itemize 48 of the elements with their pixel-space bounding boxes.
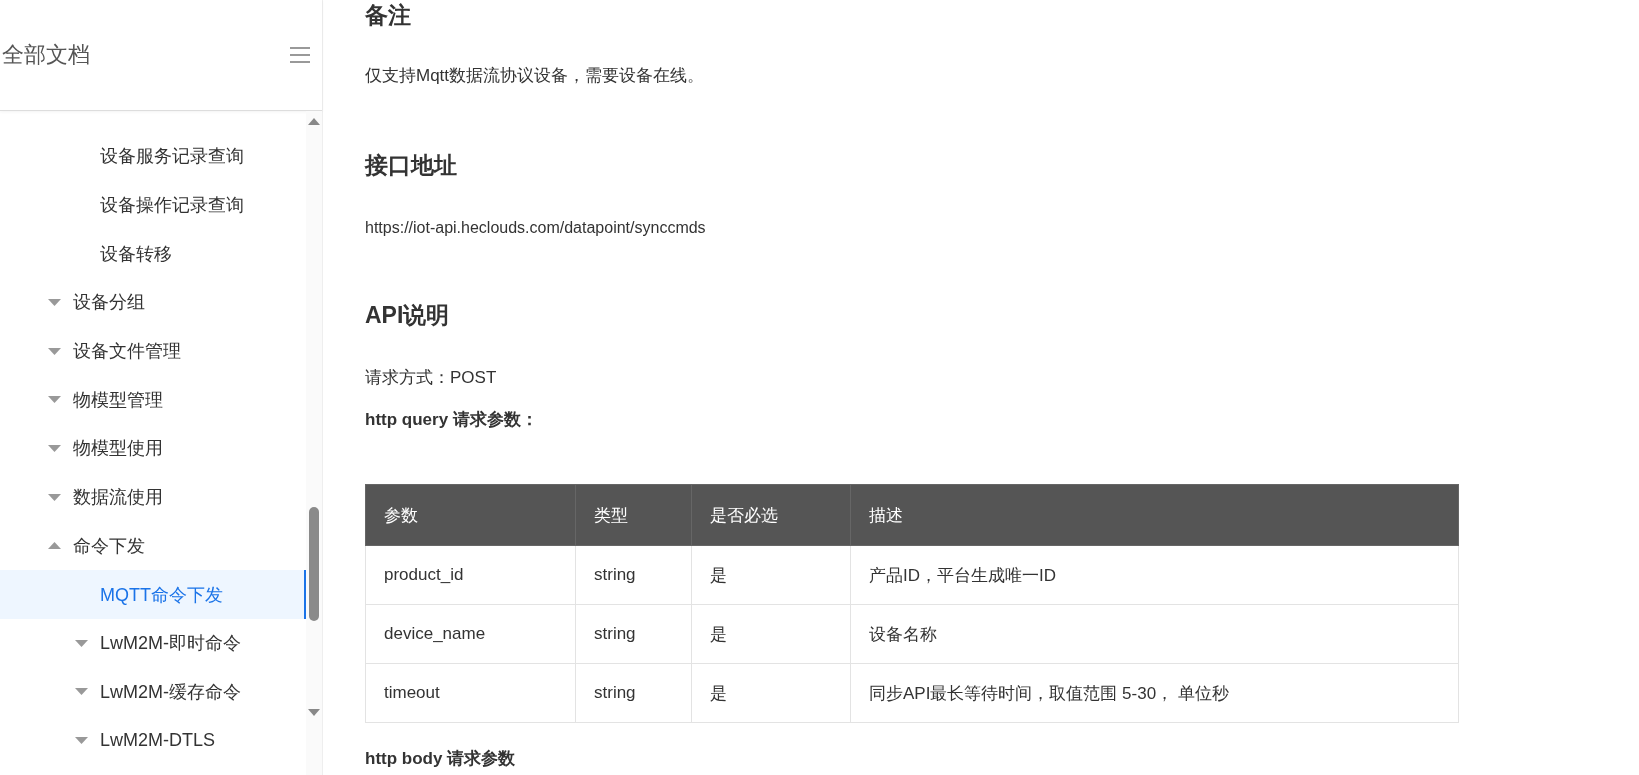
query-params-label: http query 请求参数：: [365, 409, 539, 431]
caret-down-icon[interactable]: [48, 396, 61, 404]
sidebar-item[interactable]: 设备转移: [0, 229, 306, 279]
column-header: 描述: [850, 484, 1459, 546]
sidebar-item[interactable]: 命令下发: [0, 521, 306, 571]
sidebar-item[interactable]: MQTT命令下发: [0, 570, 306, 619]
section-heading: API说明: [365, 301, 451, 330]
column-header: 是否必选: [691, 484, 851, 546]
caret-down-icon[interactable]: [75, 737, 88, 745]
sidebar-item[interactable]: 设备文件管理: [0, 326, 306, 376]
table-cell: 设备名称: [850, 604, 1459, 664]
note-text: 仅支持Mqtt数据流协议设备，需要设备在线。: [365, 65, 706, 87]
menu-icon[interactable]: [290, 45, 310, 65]
sidebar-item[interactable]: 物模型管理: [0, 375, 306, 425]
caret-down-icon[interactable]: [75, 688, 88, 696]
request-method: 请求方式：POST: [365, 367, 498, 389]
caret-down-icon[interactable]: [48, 493, 61, 501]
table-cell: string: [575, 663, 692, 723]
caret-up-icon[interactable]: [48, 542, 61, 550]
sidebar-item[interactable]: LwM2M-DTLS: [0, 716, 306, 765]
table-cell: string: [575, 545, 692, 605]
column-header: 参数: [365, 484, 576, 546]
section-heading: 备注: [365, 1, 412, 30]
table-cell: 是: [691, 663, 851, 723]
caret-down-icon[interactable]: [48, 298, 61, 306]
sidebar-item[interactable]: LwM2M-即时命令: [0, 618, 306, 668]
table-cell: product_id: [365, 545, 576, 605]
sidebar-item[interactable]: 物模型使用: [0, 424, 306, 473]
table-cell: 同步API最长等待时间，取值范围 5-30， 单位秒: [850, 663, 1459, 723]
table-cell: 是: [691, 545, 851, 605]
endpoint-url: https://iot-api.heclouds.com/datapoint/synccmds: [365, 218, 707, 238]
section-heading: 接口地址: [365, 151, 458, 180]
table-cell: 是: [691, 604, 851, 664]
table-cell: 产品ID，平台生成唯一ID: [850, 545, 1459, 605]
sidebar-item[interactable]: 数据流使用: [0, 472, 306, 522]
caret-down-icon[interactable]: [48, 444, 61, 452]
body-params-label: http body 请求参数: [365, 748, 517, 770]
table-cell: timeout: [365, 663, 576, 723]
caret-down-icon[interactable]: [75, 639, 88, 647]
table-cell: device_name: [365, 604, 576, 664]
sidebar-title: 全部文档: [2, 41, 90, 69]
sidebar-item[interactable]: 设备服务记录查询: [0, 132, 306, 181]
column-header: 类型: [575, 484, 692, 546]
sidebar-item[interactable]: LwM2M-缓存命令: [0, 667, 306, 717]
table-cell: string: [575, 604, 692, 664]
sidebar-item[interactable]: 设备分组: [0, 278, 306, 327]
sidebar-item[interactable]: 设备操作记录查询: [0, 180, 306, 230]
caret-down-icon[interactable]: [48, 347, 61, 355]
